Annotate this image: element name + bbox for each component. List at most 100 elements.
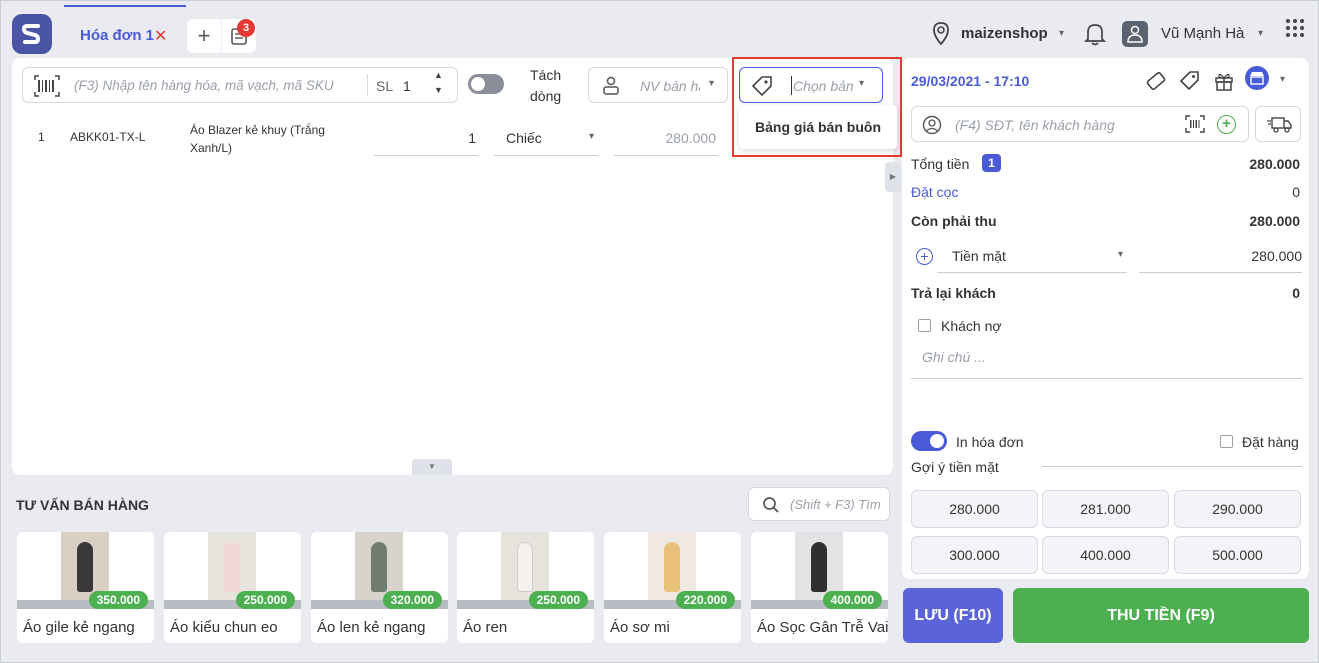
close-icon[interactable]: ✕ [154,26,167,46]
product-card[interactable]: 220.000 Áo sơ mi [604,532,741,643]
product-price-badge: 250.000 [528,591,588,609]
payment-amount-field[interactable]: 280.000 [1139,241,1302,273]
avatar[interactable] [1122,21,1148,47]
product-card[interactable]: 320.000 Áo len kẻ ngang [311,532,448,643]
debt-checkbox[interactable] [918,319,931,332]
product-name: Áo Sọc Gân Trễ Vai [757,619,888,636]
product-photo [224,542,240,592]
cashier-icon [603,76,619,95]
chevron-down-icon[interactable]: ▾ [1059,28,1064,39]
bell-icon[interactable] [1082,20,1108,48]
price-list-input[interactable]: Chọn bản [793,78,854,94]
chevron-down-icon[interactable]: ▾ [1258,28,1263,39]
product-card[interactable]: 250.000 Áo ren [457,532,594,643]
line-qty: 1 [468,130,476,146]
line-index: 1 [38,130,45,144]
remaining-label: Còn phải thu [911,213,997,229]
decrement-icon[interactable]: ▼ [434,85,443,95]
cash-suggestion-button[interactable]: 300.000 [911,536,1038,574]
product-price-badge: 320.000 [382,591,442,609]
qty-input[interactable]: 1 [403,78,411,94]
divider [1042,466,1302,467]
product-name: Áo sơ mi [610,619,670,636]
product-name: Áo gile kẻ ngang [23,619,135,636]
add-payment-icon[interactable]: + [916,248,933,265]
print-invoice-toggle[interactable] [911,431,947,451]
option-wholesale[interactable]: Bảng giá bán buôn [755,119,881,135]
split-line-label-1: Tách [530,67,562,83]
payment-amount: 280.000 [1251,248,1302,264]
customer-search-box[interactable]: (F4) SĐT, tên khách hàng + [911,106,1249,142]
scan-icon[interactable] [1185,115,1205,133]
cash-suggestion-button[interactable]: 280.000 [911,490,1038,528]
product-photo [664,542,680,592]
product-name: Áo ren [463,619,508,636]
plus-icon: + [197,23,211,48]
chevron-down-icon: ▾ [1117,249,1123,260]
staff-select[interactable]: NV bán hà ▾ [588,67,728,103]
text-cursor [791,76,792,95]
app-logo[interactable] [12,14,52,54]
change-value: 0 [1292,285,1300,301]
tab-invoice-1[interactable]: Hóa đơn 1 ✕ [64,5,186,57]
product-search-box[interactable]: (F3) Nhập tên hàng hóa, mã vạch, mã SKU … [22,67,458,103]
user-name[interactable]: Vũ Mạnh Hà [1161,25,1244,42]
advice-title: TƯ VẤN BÁN HÀNG [16,497,149,513]
collapse-right-handle[interactable]: ▶ [885,162,901,192]
advice-search-input[interactable]: (Shift + F3) Tìm [790,497,881,512]
advice-search-box[interactable]: (Shift + F3) Tìm [748,487,890,521]
product-photo [77,542,93,592]
customer-search-input[interactable]: (F4) SĐT, tên khách hàng [955,117,1115,133]
coupon-icon[interactable] [1144,69,1168,93]
product-card[interactable]: 250.000 Áo kiểu chun eo [164,532,301,643]
item-count-badge: 1 [982,154,1001,172]
deposit-value: 0 [1292,184,1300,200]
save-button[interactable]: LƯU (F10) [903,588,1003,643]
increment-icon[interactable]: ▲ [434,70,443,80]
cash-suggestion-button[interactable]: 290.000 [1174,490,1301,528]
line-unit-select[interactable]: Chiếc ▾ [494,122,598,156]
line-price-field[interactable]: 280.000 [614,122,718,156]
cash-suggestion-button[interactable]: 500.000 [1174,536,1301,574]
product-image [17,532,154,600]
gift-icon[interactable] [1212,69,1236,93]
note-field[interactable]: Ghi chú ... [911,341,1302,379]
add-tab-button[interactable]: + [187,19,221,53]
apps-grid-icon[interactable] [1284,17,1306,39]
split-line-label-2: dòng [530,88,562,104]
line-unit: Chiếc [506,130,542,146]
order-label: Đặt hàng [1242,434,1299,450]
chevron-down-icon[interactable]: ▾ [1280,74,1285,85]
deposit-link[interactable]: Đặt cọc [911,184,958,200]
price-tag-icon [751,76,772,97]
product-card[interactable]: 350.000 Áo gile kẻ ngang [17,532,154,643]
delivery-button[interactable] [1255,106,1301,142]
invoice-datetime[interactable]: 29/03/2021 - 17:10 [911,73,1029,89]
chevron-down-icon: ▾ [709,78,715,89]
cash-suggestion-button[interactable]: 400.000 [1042,536,1169,574]
cash-suggestion-button[interactable]: 281.000 [1042,490,1169,528]
split-line-toggle[interactable] [468,74,504,94]
search-input[interactable]: (F3) Nhập tên hàng hóa, mã vạch, mã SKU [74,78,334,93]
store-icon[interactable] [1245,66,1269,90]
order-checkbox[interactable] [1220,435,1233,448]
product-card[interactable]: 400.000 Áo Sọc Gân Trễ Vai [751,532,888,643]
change-label: Trả lại khách [911,285,996,301]
collapse-bottom-handle[interactable]: ▼ [412,459,452,475]
product-photo [371,542,387,592]
price-list-select[interactable]: Chọn bản ▾ [739,67,883,103]
payment-method: Tiền mặt [952,248,1006,264]
shop-name[interactable]: maizenshop [961,25,1048,42]
line-qty-field[interactable]: 1 [374,122,478,156]
price-list-dropdown: Bảng giá bán buôn [739,105,897,149]
orders-count-badge: 3 [237,19,255,37]
product-image [457,532,594,600]
line-product-name: Áo Blazer kẻ khuy (Trắng Xanh/L) [190,123,325,155]
tab-invoice-label: Hóa đơn 1 [80,27,155,44]
payment-method-select[interactable]: Tiền mặt ▾ [937,241,1127,273]
product-name: Áo kiểu chun eo [170,619,278,636]
price-tags-icon[interactable] [1178,69,1202,93]
add-customer-icon[interactable]: + [1217,115,1236,134]
remaining-value: 280.000 [1249,213,1300,229]
pay-button[interactable]: THU TIỀN (F9) [1013,588,1309,643]
